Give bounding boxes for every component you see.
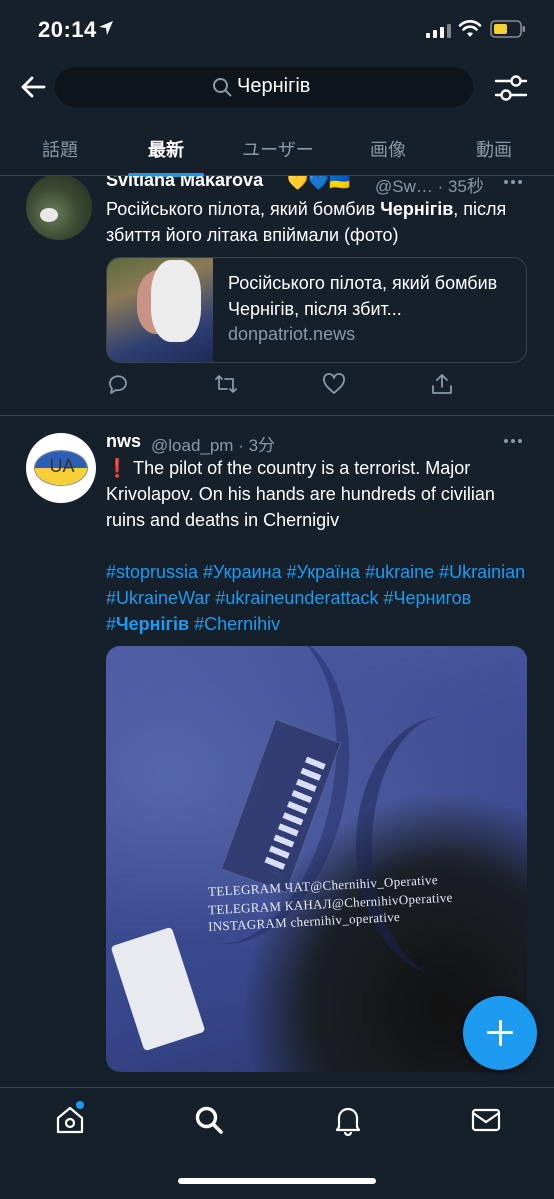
tweet-media-image[interactable]: TELEGRAM ЧАТ@Chernihiv_Operative TELEGRA… bbox=[106, 646, 527, 1072]
screen: 20:14 Чернігів 話題 最新 ユーザー 画像 動画 Svitlana… bbox=[0, 0, 554, 1199]
search-query: Чернігів bbox=[237, 75, 311, 97]
tweet-handle-time: @load_pm · 3分 bbox=[151, 436, 276, 455]
search-tabs: 話題 最新 ユーザー 画像 動画 bbox=[0, 118, 554, 177]
retweet-icon[interactable] bbox=[214, 372, 238, 396]
search-input[interactable]: Чернігів bbox=[55, 67, 473, 107]
avatar-text: UA bbox=[49, 456, 75, 476]
status-bar: 20:14 bbox=[0, 0, 554, 58]
wifi-icon bbox=[458, 20, 482, 37]
tweet-author-name[interactable]: Svitlana Makarova bbox=[106, 176, 263, 191]
tweet-text: ❗ The pilot of the country is a terroris… bbox=[106, 458, 495, 530]
tweet-hashtags[interactable]: #stoprussia #Украина #Україна #ukraine #… bbox=[106, 559, 538, 637]
search-header: Чернігів bbox=[0, 58, 554, 118]
compose-tweet-button[interactable] bbox=[463, 996, 537, 1070]
tab-top[interactable]: 話題 bbox=[20, 136, 100, 162]
share-icon[interactable] bbox=[430, 372, 454, 396]
tweet-handle-time: @Sw… · 35秒 bbox=[375, 177, 484, 196]
exclamation-icon: ❗ bbox=[106, 458, 129, 478]
tweet-author-name[interactable]: nws bbox=[106, 431, 141, 452]
tab-photos[interactable]: 画像 bbox=[348, 136, 428, 162]
avatar[interactable] bbox=[26, 176, 92, 240]
reply-icon[interactable] bbox=[106, 372, 130, 396]
tab-videos[interactable]: 動画 bbox=[454, 136, 534, 162]
tab-people[interactable]: ユーザー bbox=[236, 136, 320, 162]
link-thumbnail bbox=[107, 258, 213, 362]
link-preview-card[interactable]: Російського пілота, який бомбив Чернігів… bbox=[106, 257, 527, 363]
explore-search-icon[interactable] bbox=[193, 1104, 225, 1136]
cellular-signal-icon bbox=[426, 22, 451, 38]
link-domain: donpatriot.news bbox=[228, 324, 356, 344]
like-icon[interactable] bbox=[322, 372, 346, 396]
tweet-text: Російського пілота, який бомбив Чернігів… bbox=[106, 199, 507, 245]
search-icon bbox=[213, 78, 232, 97]
avatar[interactable]: UA bbox=[26, 433, 96, 503]
new-content-dot bbox=[76, 1101, 84, 1109]
back-arrow-icon[interactable] bbox=[18, 72, 48, 102]
more-options-icon[interactable] bbox=[504, 439, 524, 445]
name-emoji-badges: 💛💙🇺🇦 bbox=[287, 176, 351, 191]
link-title: Російського пілота, який бомбив Чернігів… bbox=[228, 273, 498, 319]
more-options-icon[interactable] bbox=[504, 180, 524, 186]
tweet[interactable]: Svitlana Makarova 💛💙🇺🇦 @Sw… · 35秒 Російс… bbox=[0, 176, 554, 416]
messages-mail-icon[interactable] bbox=[470, 1104, 502, 1136]
tweet-actions bbox=[0, 372, 554, 402]
ukraine-flag-icon: UA bbox=[34, 450, 88, 486]
home-indicator bbox=[178, 1178, 376, 1184]
location-arrow-icon bbox=[99, 21, 113, 35]
tweet[interactable]: UA nws @load_pm · 3分 ❗ The pilot of the … bbox=[0, 417, 554, 1087]
search-filter-icon[interactable] bbox=[494, 72, 528, 104]
notifications-bell-icon[interactable] bbox=[332, 1104, 364, 1136]
tab-latest[interactable]: 最新 bbox=[126, 136, 206, 162]
status-time: 20:14 bbox=[38, 17, 97, 42]
battery-icon bbox=[490, 20, 525, 38]
